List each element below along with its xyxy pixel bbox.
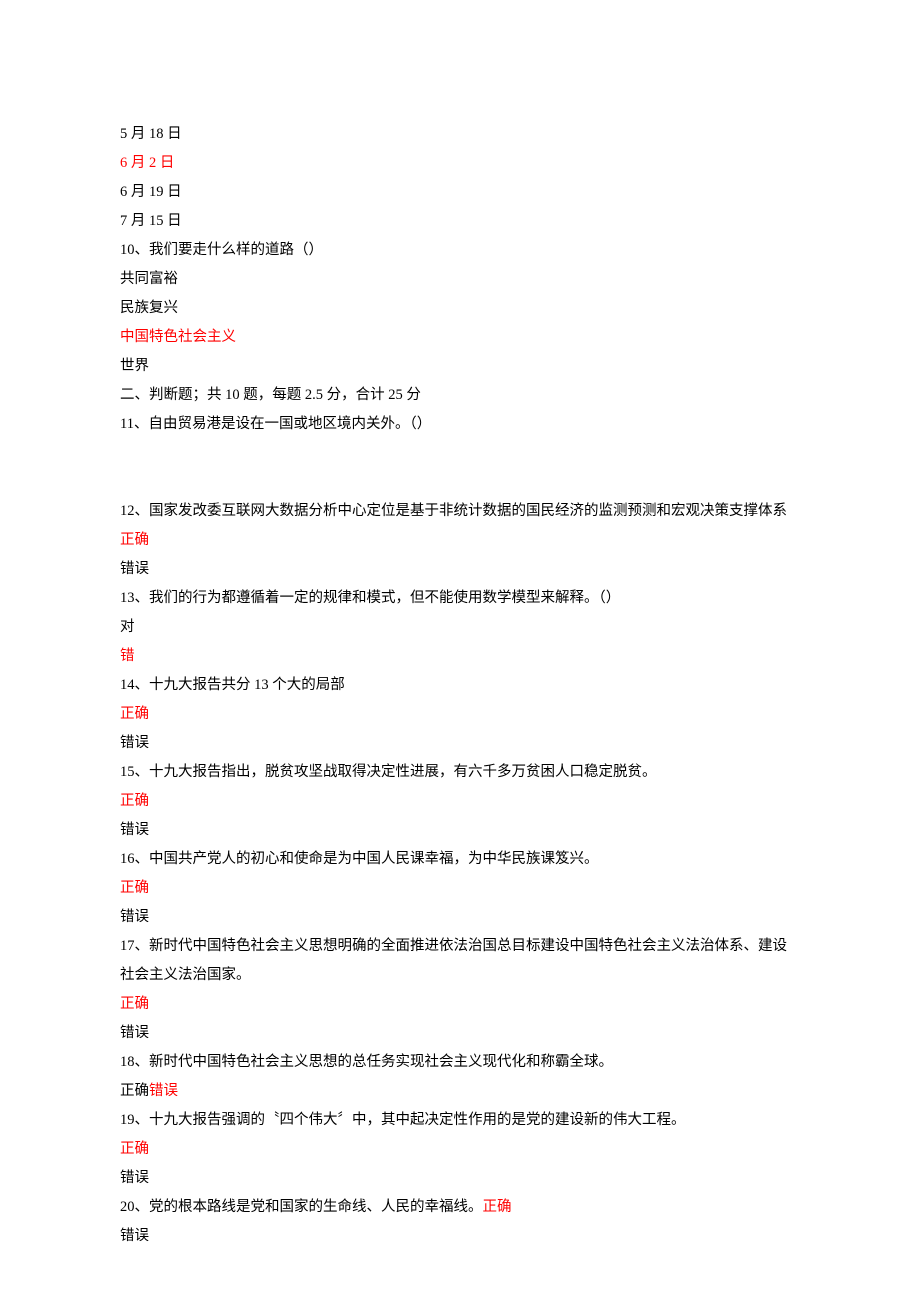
text-line: 20、党的根本路线是党和国家的生命线、人民的幸福线。正确 [120,1193,800,1222]
text-line: 正确 [120,1135,800,1164]
text-segment: 正确 [120,880,149,896]
text-segment: 错误 [120,909,149,925]
text-segment: 错 [120,648,135,664]
text-segment: 正确 [120,706,149,722]
text-line: 错误 [120,816,800,845]
text-segment: 16、中国共产党人的初心和使命是为中国人民课幸福，为中华民族课笈兴。 [120,851,599,867]
text-segment: 正确 [120,793,149,809]
text-line: 14、十九大报告共分 13 个大的局部 [120,671,800,700]
text-line: 6 月 19 日 [120,178,800,207]
text-line: 正确错误 [120,1077,800,1106]
text-line: 错 [120,642,800,671]
text-segment: 错误 [120,561,149,577]
text-line: 世界 [120,352,800,381]
text-line: 正确 [120,990,800,1019]
text-line: 15、十九大报告指出，脱贫攻坚战取得决定性进展，有六千多万贫困人口稳定脱贫。 [120,758,800,787]
text-line: 10、我们要走什么样的道路（） [120,236,800,265]
text-segment: 14、十九大报告共分 13 个大的局部 [120,677,345,693]
text-line: 错误 [120,1222,800,1251]
text-segment: 错误 [120,822,149,838]
text-segment: 正确 [120,1141,149,1157]
text-line: 二、判断题；共 10 题，每题 2.5 分，合计 25 分 [120,381,800,410]
text-segment: 12、国家发改委互联网大数据分析中心定位是基于非统计数据的国民经济的监测预测和宏… [120,503,787,519]
text-line: 正确 [120,874,800,903]
text-line: 17、新时代中国特色社会主义思想明确的全面推进依法治国总目标建设中国特色社会主义… [120,932,800,990]
text-segment: 15、十九大报告指出，脱贫攻坚战取得决定性进展，有六千多万贫困人口稳定脱贫。 [120,764,657,780]
text-line: 16、中国共产党人的初心和使命是为中国人民课幸福，为中华民族课笈兴。 [120,845,800,874]
text-line: 错误 [120,555,800,584]
text-segment: 19、十九大报告强调的〝四个伟大〞中，其中起决定性作用的是党的建设新的伟大工程。 [120,1112,686,1128]
mixed-lines: 12、国家发改委互联网大数据分析中心定位是基于非统计数据的国民经济的监测预测和宏… [120,497,800,1251]
document-page: 5 月 18 日6 月 2 日6 月 19 日7 月 15 日10、我们要走什么… [0,0,920,1301]
text-segment: 错误 [120,1228,149,1244]
text-line: 5 月 18 日 [120,120,800,149]
text-line [120,439,800,468]
text-segment: 正确 [120,1083,149,1099]
text-segment: 正确 [483,1199,512,1215]
text-line: 18、新时代中国特色社会主义思想的总任务实现社会主义现代化和称霸全球。 [120,1048,800,1077]
text-segment: 正确 [120,532,149,548]
text-line: 12、国家发改委互联网大数据分析中心定位是基于非统计数据的国民经济的监测预测和宏… [120,497,800,555]
text-line: 7 月 15 日 [120,207,800,236]
text-line: 错误 [120,1164,800,1193]
text-line: 错误 [120,729,800,758]
text-line [120,468,800,497]
text-line: 中国特色社会主义 [120,323,800,352]
text-line: 对 [120,613,800,642]
text-segment: 错误 [120,1025,149,1041]
text-segment: 18、新时代中国特色社会主义思想的总任务实现社会主义现代化和称霸全球。 [120,1054,613,1070]
text-segment: 错误 [120,735,149,751]
text-segment: 错误 [149,1083,178,1099]
text-segment: 正确 [120,996,149,1012]
text-line: 6 月 2 日 [120,149,800,178]
text-segment: 13、我们的行为都遵循着一定的规律和模式，但不能使用数学模型来解释。（） [120,590,620,606]
text-segment: 错误 [120,1170,149,1186]
text-segment: 对 [120,619,135,635]
text-line: 11、自由贸易港是设在一国或地区境内关外。（） [120,410,800,439]
simple-lines: 5 月 18 日6 月 2 日6 月 19 日7 月 15 日10、我们要走什么… [120,120,800,497]
text-segment: 20、党的根本路线是党和国家的生命线、人民的幸福线。 [120,1199,483,1215]
text-line: 民族复兴 [120,294,800,323]
text-line: 13、我们的行为都遵循着一定的规律和模式，但不能使用数学模型来解释。（） [120,584,800,613]
text-line: 错误 [120,1019,800,1048]
text-line: 正确 [120,700,800,729]
text-line: 错误 [120,903,800,932]
text-line: 正确 [120,787,800,816]
text-segment: 17、新时代中国特色社会主义思想明确的全面推进依法治国总目标建设中国特色社会主义… [120,938,787,983]
text-line: 19、十九大报告强调的〝四个伟大〞中，其中起决定性作用的是党的建设新的伟大工程。 [120,1106,800,1135]
text-line: 共同富裕 [120,265,800,294]
